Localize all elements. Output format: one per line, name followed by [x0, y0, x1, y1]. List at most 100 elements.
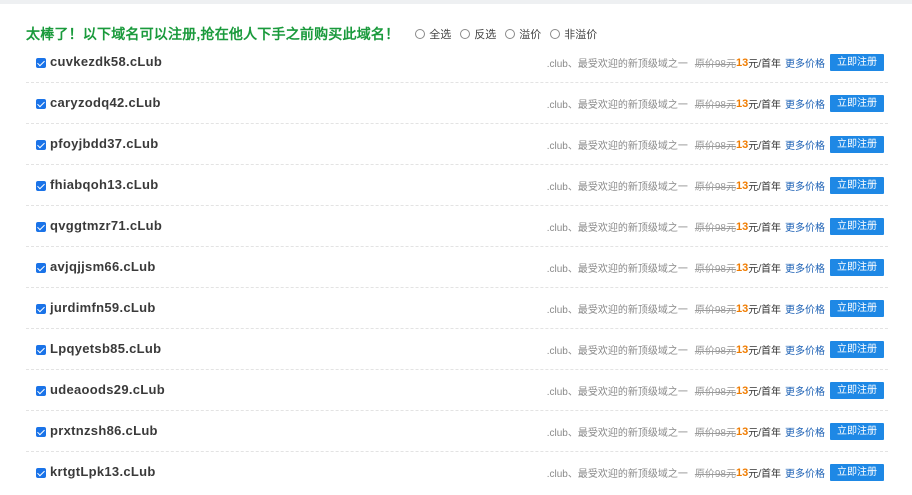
- more-prices-link[interactable]: 更多价格: [785, 465, 825, 480]
- tld-description: .club、最受欢迎的新顶级域之一: [546, 59, 688, 70]
- domain-row: avjqjjsm66.cLub .club、最受欢迎的新顶级域之一 原价98元 13 元…: [26, 247, 888, 288]
- price-unit: 元/首年: [748, 346, 781, 357]
- domain-row: pfoyjbdd37.cLub .club、最受欢迎的新顶级域之一 原价98元 13 元…: [26, 124, 888, 165]
- original-price: 原价98元: [694, 305, 736, 316]
- price-unit: 元/首年: [748, 428, 781, 439]
- original-price: 原价98元: [694, 264, 736, 275]
- domain-checkbox[interactable]: [36, 304, 46, 314]
- register-button[interactable]: 立即注册: [830, 218, 884, 235]
- domain-name: krtgtLpk13.cLub: [50, 464, 156, 479]
- more-prices-link[interactable]: 更多价格: [785, 260, 825, 275]
- domain-checkbox[interactable]: [36, 222, 46, 232]
- domain-name: fhiabqoh13.cLub: [50, 177, 159, 192]
- original-price: 原价98元: [694, 141, 736, 152]
- domain-name: cuvkezdk58.cLub: [50, 54, 163, 69]
- price-unit: 元/首年: [748, 100, 781, 111]
- original-price: 原价98元: [694, 59, 736, 70]
- register-button[interactable]: 立即注册: [830, 54, 884, 71]
- price-unit: 元/首年: [748, 141, 781, 152]
- more-prices-link[interactable]: 更多价格: [785, 424, 825, 439]
- price-unit: 元/首年: [748, 264, 781, 275]
- domain-pricing: .club、最受欢迎的新顶级域之一 原价98元 13 元/首年 更多价格 立即注册: [547, 259, 884, 276]
- register-button[interactable]: 立即注册: [830, 300, 884, 317]
- result-header: 太棒了！以下域名可以注册,抢在他人下手之前购买此域名！ 全选 反选 溢价 非溢价: [26, 24, 597, 44]
- domain-pricing: .club、最受欢迎的新顶级域之一 原价98元 13 元/首年 更多价格 立即注册: [547, 423, 884, 440]
- more-prices-link[interactable]: 更多价格: [785, 342, 825, 357]
- original-price: 原价98元: [694, 387, 736, 398]
- domain-row: fhiabqoh13.cLub .club、最受欢迎的新顶级域之一 原价98元 13 元…: [26, 165, 888, 206]
- domain-pricing: .club、最受欢迎的新顶级域之一 原价98元 13 元/首年 更多价格 立即注册: [547, 54, 884, 71]
- original-price: 原价98元: [694, 428, 736, 439]
- more-prices-link[interactable]: 更多价格: [785, 137, 825, 152]
- price-unit: 元/首年: [748, 59, 781, 70]
- sale-price: 13: [735, 466, 749, 479]
- domain-row: cuvkezdk58.cLub .club、最受欢迎的新顶级域之一 原价98元 13 元…: [26, 42, 888, 83]
- domain-checkbox[interactable]: [36, 345, 46, 355]
- tld-description: .club、最受欢迎的新顶级域之一: [546, 469, 688, 480]
- tld-description: .club、最受欢迎的新顶级域之一: [546, 387, 688, 398]
- domain-checkbox[interactable]: [36, 427, 46, 437]
- register-button[interactable]: 立即注册: [830, 464, 884, 481]
- more-prices-link[interactable]: 更多价格: [785, 219, 825, 234]
- domain-checkbox[interactable]: [36, 99, 46, 109]
- radio-icon[interactable]: [505, 29, 516, 39]
- more-prices-link[interactable]: 更多价格: [785, 55, 825, 70]
- option-label: 反选: [474, 29, 497, 41]
- domain-name: udeaoods29.cLub: [50, 382, 166, 397]
- domain-checkbox[interactable]: [36, 58, 46, 68]
- domain-checkbox[interactable]: [36, 386, 46, 396]
- domain-pricing: .club、最受欢迎的新顶级域之一 原价98元 13 元/首年 更多价格 立即注册: [547, 341, 884, 358]
- sale-price: 13: [735, 97, 749, 110]
- domain-pricing: .club、最受欢迎的新顶级域之一 原价98元 13 元/首年 更多价格 立即注册: [547, 136, 884, 153]
- domain-checkbox[interactable]: [36, 140, 46, 150]
- original-price: 原价98元: [694, 100, 736, 111]
- domain-row: Lpqyetsb85.cLub .club、最受欢迎的新顶级域之一 原价98元 13 元…: [26, 329, 888, 370]
- option-premium[interactable]: 溢价: [505, 26, 541, 42]
- tld-description: .club、最受欢迎的新顶级域之一: [546, 141, 688, 152]
- register-button[interactable]: 立即注册: [830, 136, 884, 153]
- domain-row: krtgtLpk13.cLub .club、最受欢迎的新顶级域之一 原价98元 13 元…: [26, 452, 888, 492]
- original-price: 原价98元: [694, 469, 736, 480]
- tld-description: .club、最受欢迎的新顶级域之一: [546, 182, 688, 193]
- option-label: 全选: [429, 29, 452, 41]
- domain-list: cuvkezdk58.cLub .club、最受欢迎的新顶级域之一 原价98元 13 元…: [26, 42, 888, 492]
- sale-price: 13: [735, 220, 749, 233]
- radio-icon[interactable]: [460, 29, 471, 39]
- option-invert[interactable]: 反选: [460, 26, 496, 42]
- domain-name: Lpqyetsb85.cLub: [50, 341, 162, 356]
- radio-icon[interactable]: [415, 29, 426, 39]
- more-prices-link[interactable]: 更多价格: [785, 383, 825, 398]
- domain-checkbox[interactable]: [36, 181, 46, 191]
- sale-price: 13: [735, 138, 749, 151]
- option-label: 溢价: [519, 29, 542, 41]
- option-select-all[interactable]: 全选: [415, 26, 451, 42]
- domain-row: jurdimfn59.cLub .club、最受欢迎的新顶级域之一 原价98元 13 元…: [26, 288, 888, 329]
- domain-pricing: .club、最受欢迎的新顶级域之一 原价98元 13 元/首年 更多价格 立即注册: [547, 464, 884, 481]
- domain-pricing: .club、最受欢迎的新顶级域之一 原价98元 13 元/首年 更多价格 立即注册: [547, 382, 884, 399]
- domain-name: jurdimfn59.cLub: [50, 300, 156, 315]
- option-label: 非溢价: [564, 29, 598, 41]
- register-button[interactable]: 立即注册: [830, 423, 884, 440]
- tld-description: .club、最受欢迎的新顶级域之一: [546, 346, 688, 357]
- top-border: [0, 0, 912, 4]
- domain-checkbox[interactable]: [36, 468, 46, 478]
- register-button[interactable]: 立即注册: [830, 341, 884, 358]
- tld-description: .club、最受欢迎的新顶级域之一: [546, 264, 688, 275]
- tld-description: .club、最受欢迎的新顶级域之一: [546, 305, 688, 316]
- domain-checkbox[interactable]: [36, 263, 46, 273]
- register-button[interactable]: 立即注册: [830, 177, 884, 194]
- domain-pricing: .club、最受欢迎的新顶级域之一 原价98元 13 元/首年 更多价格 立即注册: [547, 218, 884, 235]
- price-unit: 元/首年: [748, 223, 781, 234]
- register-button[interactable]: 立即注册: [830, 259, 884, 276]
- more-prices-link[interactable]: 更多价格: [785, 301, 825, 316]
- radio-icon[interactable]: [550, 29, 561, 39]
- more-prices-link[interactable]: 更多价格: [785, 96, 825, 111]
- domain-name: caryzodq42.cLub: [50, 95, 161, 110]
- option-non-premium[interactable]: 非溢价: [550, 26, 597, 42]
- register-button[interactable]: 立即注册: [830, 382, 884, 399]
- register-button[interactable]: 立即注册: [830, 95, 884, 112]
- more-prices-link[interactable]: 更多价格: [785, 178, 825, 193]
- original-price: 原价98元: [694, 346, 736, 357]
- domain-name: prxtnzsh86.cLub: [50, 423, 158, 438]
- domain-row: prxtnzsh86.cLub .club、最受欢迎的新顶级域之一 原价98元 13 元…: [26, 411, 888, 452]
